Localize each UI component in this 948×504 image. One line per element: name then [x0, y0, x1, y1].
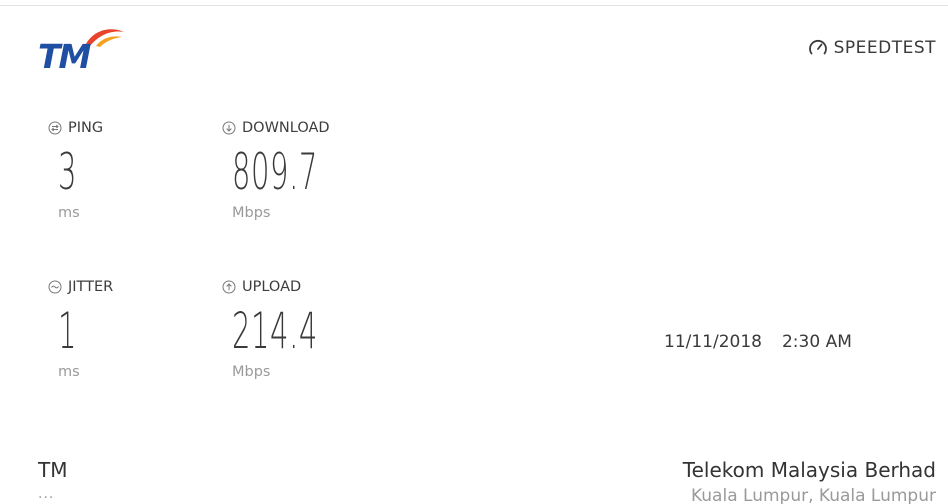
server-info: Telekom Malaysia Berhad Kuala Lumpur, Ku…: [683, 458, 936, 504]
ping-label: PING: [68, 120, 104, 136]
upload-metric: UPLOAD 214.4 Mbps: [222, 278, 380, 380]
download-metric: DOWNLOAD 809.7 Mbps: [222, 119, 380, 221]
isp-subtext: ...: [38, 486, 55, 502]
isp-name: TM: [38, 458, 68, 482]
jitter-label: JITTER: [68, 279, 114, 295]
jitter-icon: [48, 280, 62, 294]
upload-value: 214.4: [232, 302, 318, 360]
test-timestamp: 11/11/2018 2:30 AM: [664, 332, 852, 352]
download-arrow-icon: [222, 121, 236, 135]
upload-unit: Mbps: [232, 364, 271, 380]
upload-label: UPLOAD: [242, 279, 302, 295]
top-divider: [0, 5, 948, 6]
brand-name: SPEEDTEST: [833, 38, 936, 58]
speedometer-icon: [808, 40, 827, 55]
jitter-unit: ms: [58, 364, 80, 380]
speedtest-brand: SPEEDTEST: [808, 38, 936, 58]
speedtest-result-card: TM SPEEDTEST PING 3 ms DOWNLOAD 809.7 Mb…: [0, 0, 948, 504]
server-name: Telekom Malaysia Berhad: [682, 458, 936, 482]
jitter-value: 1: [58, 302, 78, 360]
server-location: Kuala Lumpur, Kuala Lumpur: [690, 486, 936, 504]
jitter-metric: JITTER 1 ms: [48, 278, 113, 380]
download-value: 809.7: [232, 143, 318, 201]
download-label: DOWNLOAD: [242, 120, 330, 136]
ping-unit: ms: [58, 205, 80, 221]
ping-metric: PING 3 ms: [48, 119, 103, 221]
tm-logo: TM: [38, 26, 124, 76]
ping-icon: [48, 121, 62, 135]
test-time: 2:30 AM: [781, 332, 852, 352]
logo-text: TM: [38, 37, 91, 76]
upload-arrow-icon: [222, 280, 236, 294]
test-date: 11/11/2018: [664, 332, 762, 352]
ping-value: 3: [58, 143, 78, 201]
download-unit: Mbps: [232, 205, 271, 221]
